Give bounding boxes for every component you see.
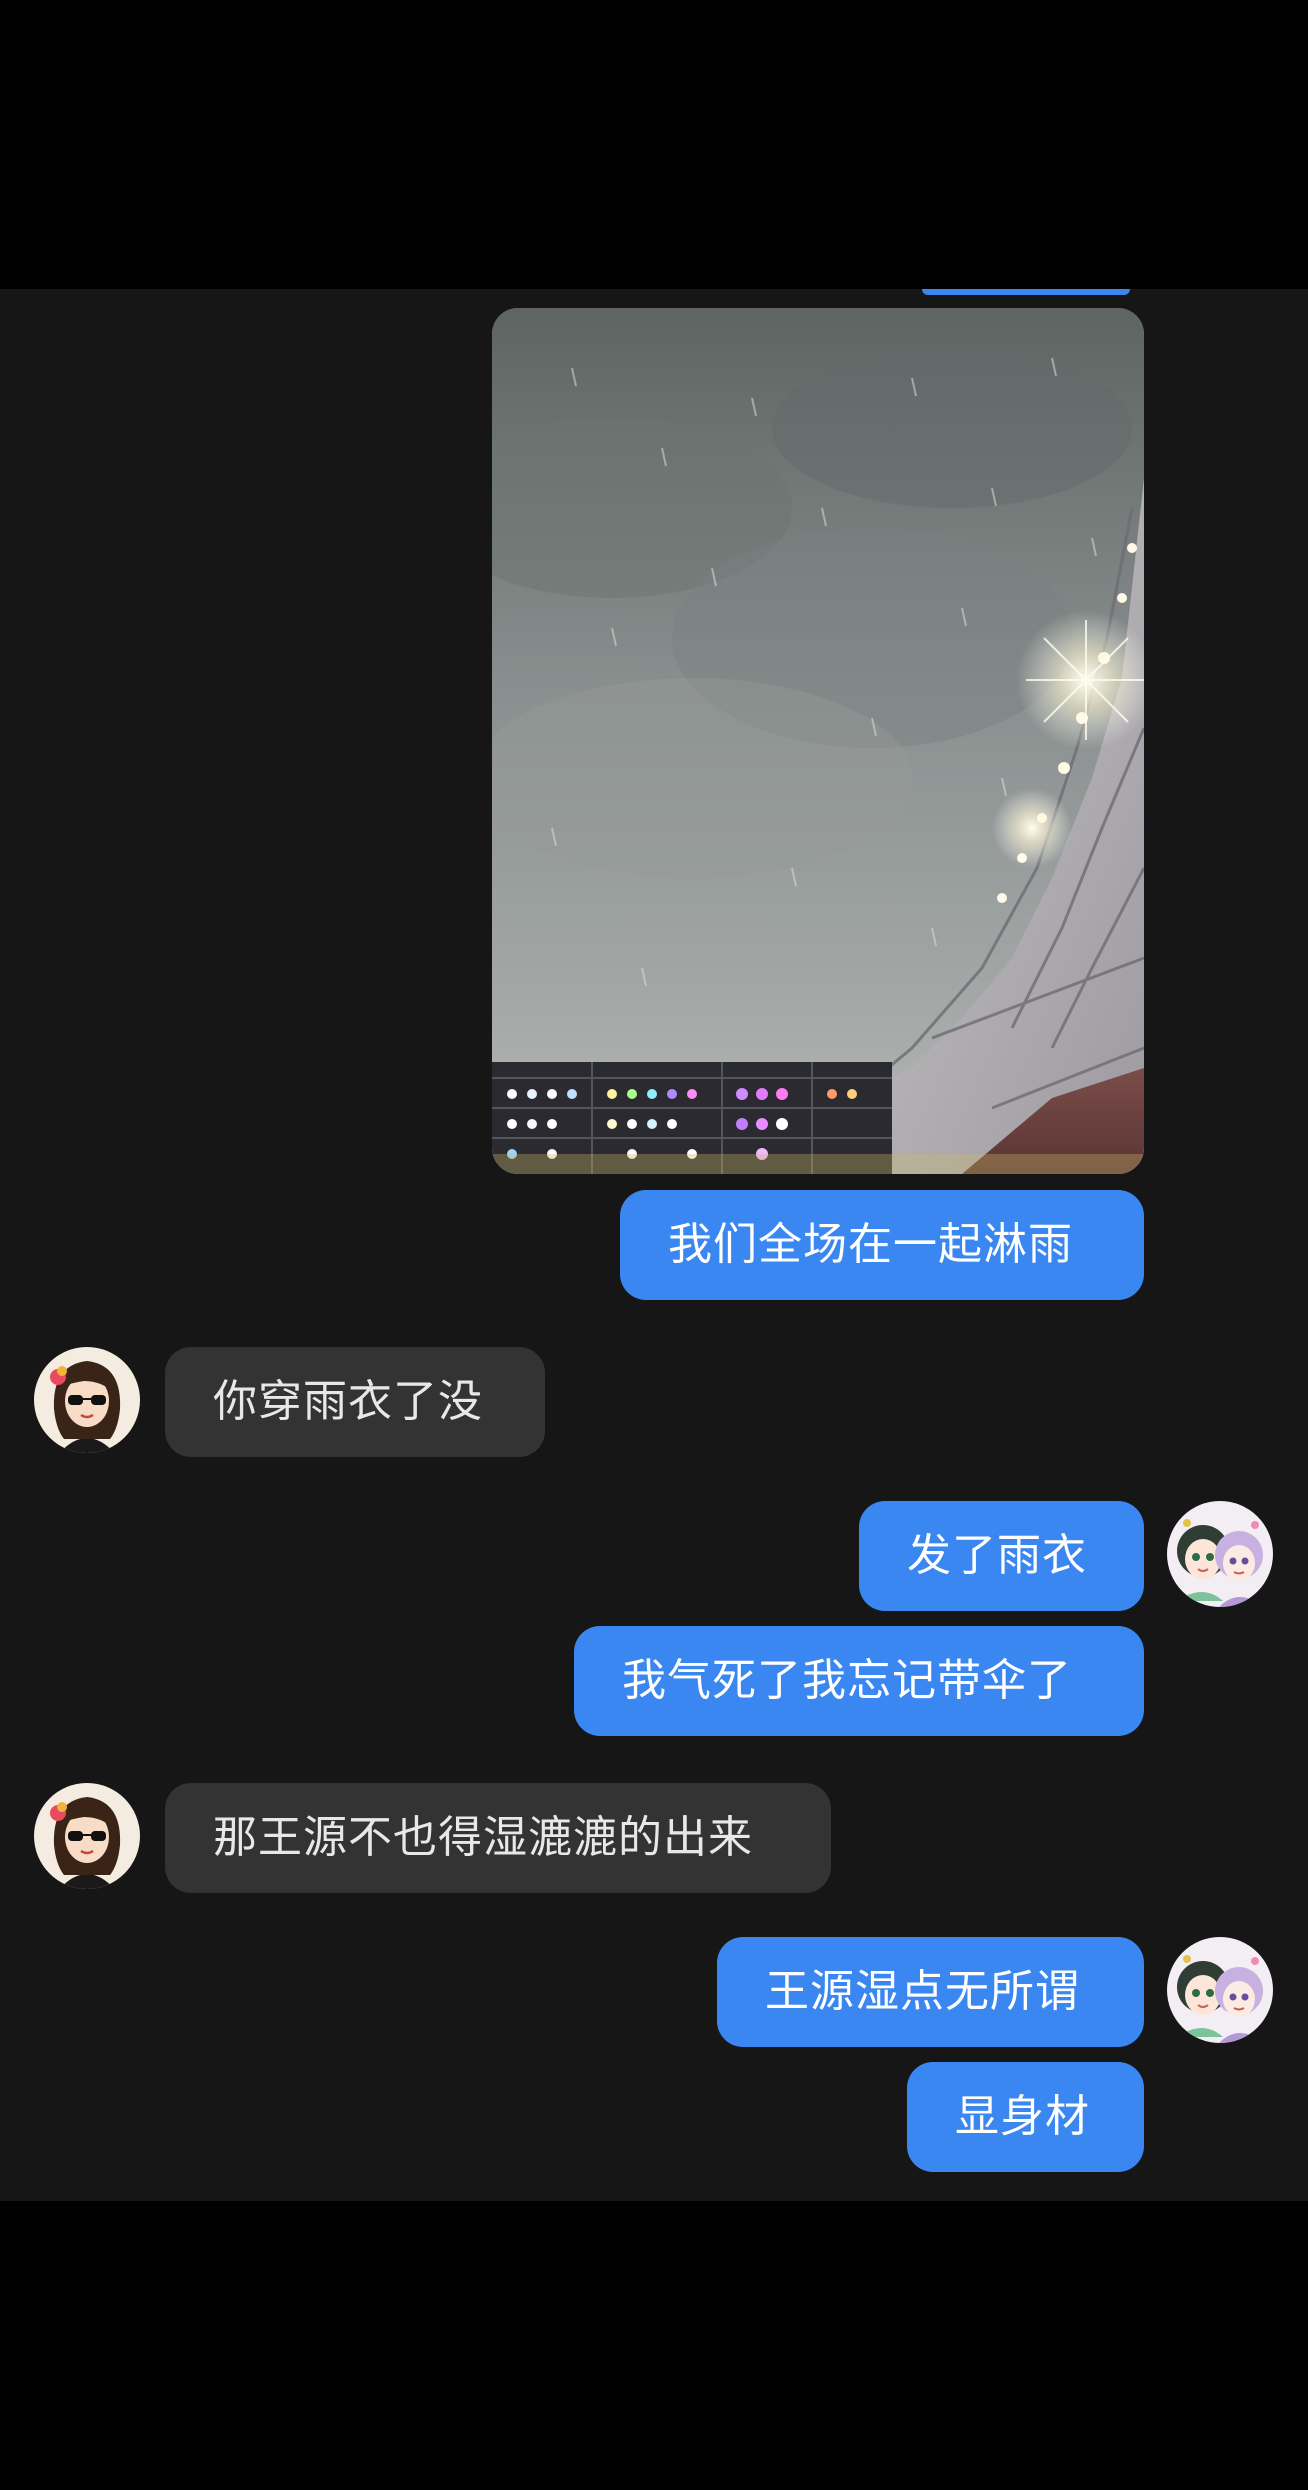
image-message-stadium-rain[interactable] [492, 308, 1144, 1174]
previous-message-bubble-edge [922, 289, 1130, 295]
my-avatar[interactable] [1167, 1937, 1273, 2043]
message-text: 发了雨衣 [907, 1530, 1087, 1581]
message-text: 我气死了我忘记带伞了 [622, 1655, 1072, 1706]
message-bubble-outgoing[interactable]: 我们全场在一起淋雨 [620, 1190, 1144, 1300]
avatar-cartoon-pair-icon [1167, 1937, 1273, 2043]
my-avatar[interactable] [1167, 1501, 1273, 1607]
phone-screen: 我们全场在一起淋雨 你穿雨衣了没 发了雨衣 我气死了我忘记带伞了 那王源不也得湿… [0, 0, 1308, 2490]
message-bubble-incoming[interactable]: 你穿雨衣了没 [165, 1347, 545, 1457]
message-text: 那王源不也得湿漉漉的出来 [213, 1812, 753, 1863]
avatar-girl-sunglasses-icon [34, 1347, 140, 1453]
avatar-cartoon-pair-icon [1167, 1501, 1273, 1607]
message-bubble-outgoing[interactable]: 显身材 [907, 2062, 1144, 2172]
message-bubble-outgoing[interactable]: 我气死了我忘记带伞了 [574, 1626, 1144, 1736]
stadium-rain-photo [492, 308, 1144, 1174]
contact-avatar[interactable] [34, 1347, 140, 1453]
message-text: 显身材 [955, 2091, 1090, 2142]
message-text: 你穿雨衣了没 [213, 1376, 483, 1427]
avatar-girl-sunglasses-icon [34, 1783, 140, 1889]
message-bubble-outgoing[interactable]: 发了雨衣 [859, 1501, 1144, 1611]
message-text: 我们全场在一起淋雨 [668, 1219, 1073, 1270]
message-bubble-outgoing[interactable]: 王源湿点无所谓 [717, 1937, 1144, 2047]
message-text: 王源湿点无所谓 [765, 1966, 1080, 2017]
chat-message-list[interactable]: 我们全场在一起淋雨 你穿雨衣了没 发了雨衣 我气死了我忘记带伞了 那王源不也得湿… [0, 289, 1308, 2201]
contact-avatar[interactable] [34, 1783, 140, 1889]
message-bubble-incoming[interactable]: 那王源不也得湿漉漉的出来 [165, 1783, 831, 1893]
